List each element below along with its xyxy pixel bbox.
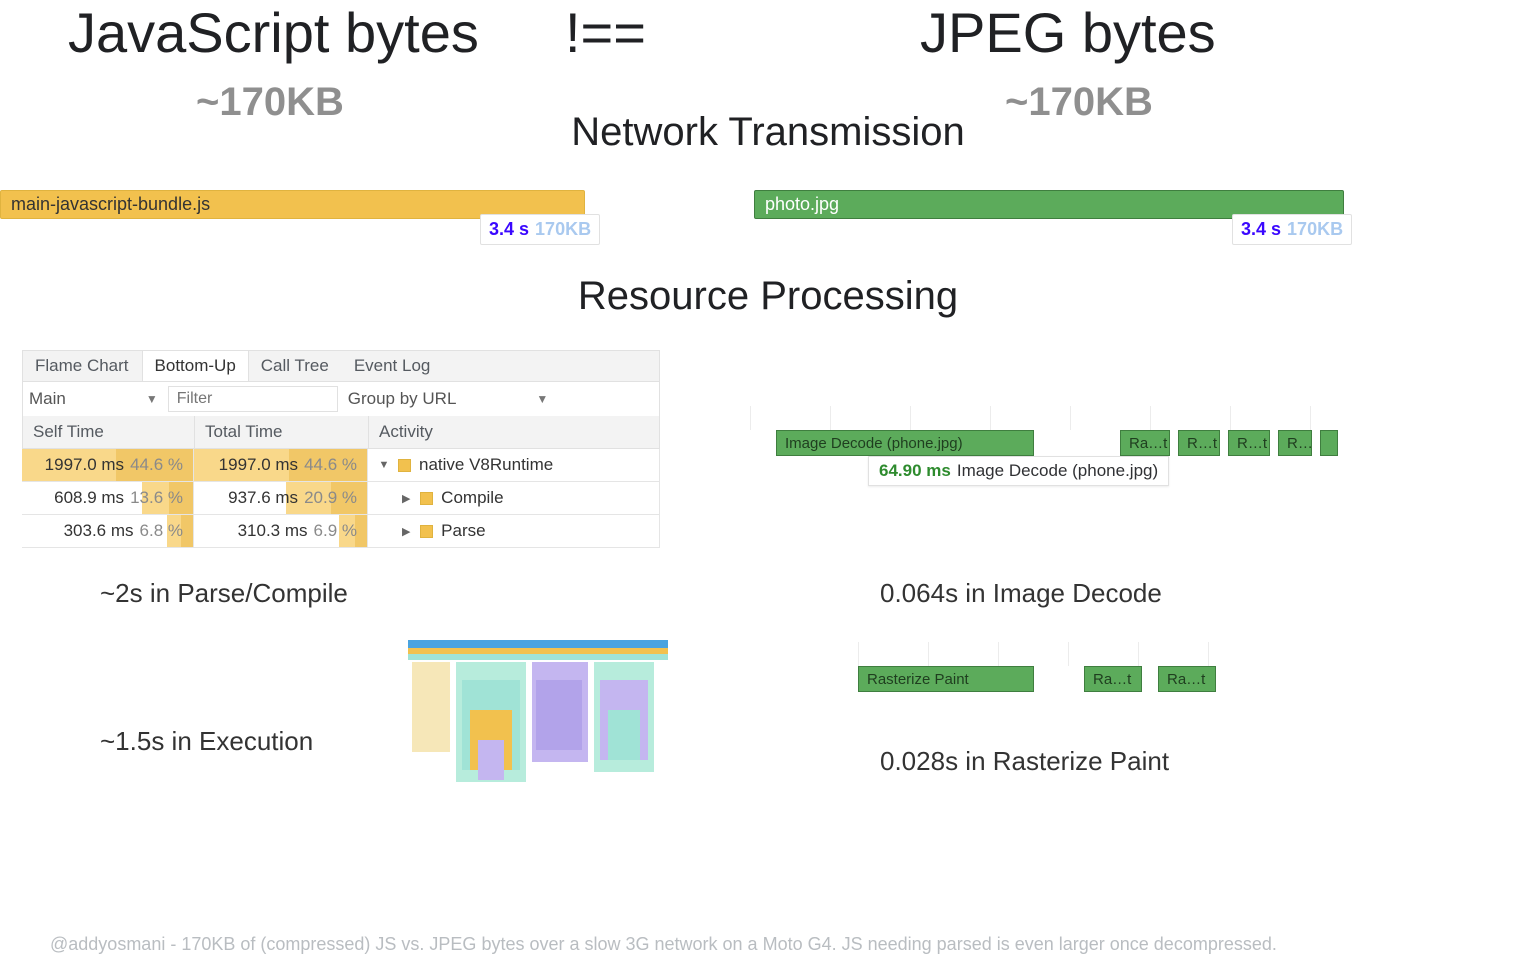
timeline-decode: Image Decode (phone.jpg)Ra…tR…tR…tR… 64.…	[750, 406, 1370, 430]
thread-select-value: Main	[29, 389, 66, 409]
timeline-segment[interactable]: R…	[1278, 430, 1312, 456]
group-select[interactable]: Group by URL ▼	[348, 389, 549, 409]
table-row[interactable]: 303.6 ms6.8 %310.3 ms6.9 % ▶Parse	[22, 515, 660, 548]
timeline-segment[interactable]: R…t	[1228, 430, 1270, 456]
timeline-ruler	[750, 406, 1370, 430]
timeline-segment[interactable]: Image Decode (phone.jpg)	[776, 430, 1034, 456]
summary-js-parse: ~2s in Parse/Compile	[100, 578, 348, 609]
section-resource: Resource Processing	[0, 274, 1536, 319]
filter-input[interactable]	[168, 386, 338, 412]
tab-event-log[interactable]: Event Log	[342, 351, 444, 381]
heading-jpeg: JPEG bytes	[920, 0, 1216, 65]
timeline-segment[interactable]: Ra…t	[1158, 666, 1216, 692]
disclosure-triangle-icon[interactable]: ▶	[400, 525, 412, 538]
timeline-segment[interactable]	[1320, 430, 1338, 456]
timeline-segment[interactable]: Rasterize Paint	[858, 666, 1034, 692]
heading-neq: !==	[565, 0, 646, 65]
timeline-tooltip: 64.90 ms Image Decode (phone.jpg)	[868, 456, 1169, 486]
summary-img-decode: 0.064s in Image Decode	[880, 578, 1162, 609]
timeline-raster: Rasterize PaintRa…tRa…t	[858, 642, 1278, 666]
heading-js: JavaScript bytes	[68, 0, 479, 65]
network-badge-js-time: 3.4 s	[489, 219, 529, 239]
flame-graph-thumbnail	[408, 640, 668, 800]
col-activity[interactable]: Activity	[369, 416, 659, 448]
tab-flame-chart[interactable]: Flame Chart	[23, 351, 142, 381]
timeline-ruler-2	[858, 642, 1278, 666]
network-badge-img-time: 3.4 s	[1241, 219, 1281, 239]
footer-attribution: @addyosmani - 170KB of (compressed) JS v…	[50, 934, 1277, 955]
network-badge-js: 3.4 s 170KB	[480, 214, 600, 245]
summary-img-raster: 0.028s in Rasterize Paint	[880, 746, 1169, 777]
network-bar-img-label: photo.jpg	[765, 194, 839, 215]
activity-color-swatch	[398, 459, 411, 472]
timeline-segment[interactable]: R…t	[1178, 430, 1220, 456]
col-self-time[interactable]: Self Time	[23, 416, 195, 448]
network-badge-js-size: 170KB	[535, 219, 591, 239]
network-badge-img: 3.4 s 170KB	[1232, 214, 1352, 245]
network-badge-img-size: 170KB	[1287, 219, 1343, 239]
timeline-segment[interactable]: Ra…t	[1084, 666, 1142, 692]
activity-color-swatch	[420, 492, 433, 505]
thread-select[interactable]: Main ▼	[29, 389, 158, 409]
activity-color-swatch	[420, 525, 433, 538]
timeline-segment[interactable]: Ra…t	[1120, 430, 1170, 456]
devtools-table-head: Self Time Total Time Activity	[22, 416, 660, 449]
col-total-time[interactable]: Total Time	[195, 416, 369, 448]
devtools-tabs: Flame Chart Bottom-Up Call Tree Event Lo…	[22, 350, 660, 382]
chevron-down-icon: ▼	[146, 392, 158, 406]
summary-js-exec: ~1.5s in Execution	[100, 726, 313, 757]
timeline-tooltip-ms: 64.90 ms	[879, 461, 951, 480]
timeline-tooltip-label: Image Decode (phone.jpg)	[957, 461, 1158, 480]
table-row[interactable]: 1997.0 ms44.6 %1997.0 ms44.6 %▼native V8…	[22, 449, 660, 482]
tab-bottom-up[interactable]: Bottom-Up	[142, 351, 249, 381]
chevron-down-icon: ▼	[536, 392, 548, 406]
devtools-panel: Flame Chart Bottom-Up Call Tree Event Lo…	[22, 350, 660, 548]
table-row[interactable]: 608.9 ms13.6 %937.6 ms20.9 % ▶Compile	[22, 482, 660, 515]
tab-call-tree[interactable]: Call Tree	[249, 351, 342, 381]
group-select-value: Group by URL	[348, 389, 457, 409]
network-bar-js-label: main-javascript-bundle.js	[11, 194, 210, 215]
devtools-toolbar: Main ▼ Group by URL ▼	[22, 382, 660, 416]
section-network: Network Transmission	[0, 110, 1536, 155]
disclosure-triangle-icon[interactable]: ▼	[378, 459, 390, 471]
disclosure-triangle-icon[interactable]: ▶	[400, 492, 412, 505]
